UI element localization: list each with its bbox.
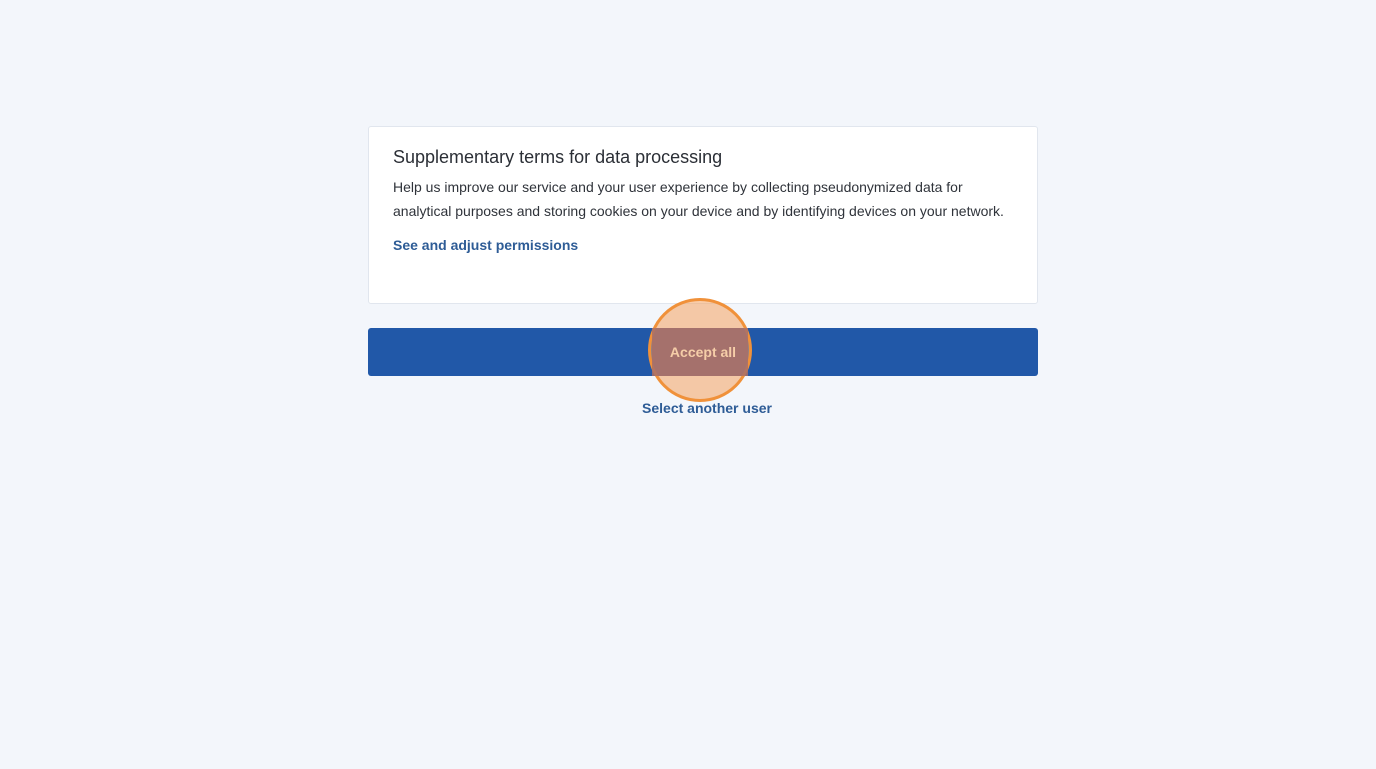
consent-description: Help us improve our service and your use… xyxy=(393,179,1004,219)
consent-card: Supplementary terms for data processing … xyxy=(368,126,1038,304)
accept-all-button[interactable] xyxy=(368,328,1038,376)
select-another-user-link[interactable]: Select another user xyxy=(600,397,814,419)
adjust-permissions-link[interactable]: See and adjust permissions xyxy=(393,237,578,253)
consent-title: Supplementary terms for data processing xyxy=(393,147,723,167)
